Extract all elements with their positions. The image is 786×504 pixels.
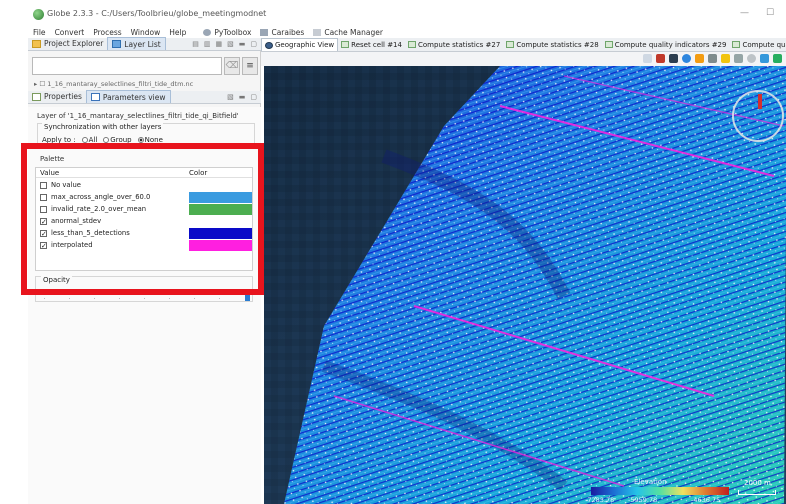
tab-compute-quality-29[interactable]: Compute quality indicators #29 [602,38,730,51]
tab-properties[interactable]: Properties [28,90,86,103]
menu-file[interactable]: File [33,28,46,37]
geographic-view-canvas[interactable] [264,66,786,504]
process-icon [604,41,613,48]
layers-icon [112,40,122,48]
filter-icon[interactable]: ▥ [204,40,211,48]
menu-window[interactable]: Window [131,28,161,37]
chart-icon[interactable] [773,54,782,63]
caraibes-label: Caraibes [271,27,305,37]
menu-caraibes[interactable]: Caraibes [260,28,304,37]
maximize-view-icon[interactable]: ▢ [250,40,257,48]
minimize-view-icon[interactable]: ▬ [239,93,246,101]
tab-label: Compute quality indicators #32 [742,40,786,49]
layers-icon[interactable] [669,54,678,63]
layer-menu-button[interactable]: ≡ [242,57,258,75]
view-menu-icon[interactable]: ▧ [227,93,234,101]
tab-reset-cell[interactable]: Reset cell #14 [338,38,405,51]
layer-list-tools: ▤ ▥ ▦ ▧ ▬ ▢ [192,37,261,50]
globe-app-window: Globe 2.3.3 - C:/Users/Toolbrieu/globe_m… [0,0,786,504]
home-icon[interactable] [734,54,743,63]
editor-tab-bar: Geographic View Reset cell #14 Compute s… [261,38,786,52]
tab-label: Compute statistics #28 [516,40,599,49]
globe-logo-icon [33,9,44,20]
maximize-view-icon[interactable]: ▢ [250,93,257,101]
north-arrow-icon [758,94,762,109]
layer-of-label: Layer of '1_16_mantaray_selectlines_filt… [37,112,239,120]
clear-icon: ⌫ [225,61,239,71]
settings-icon[interactable] [747,54,756,63]
minimize-view-icon[interactable]: ▬ [239,40,246,48]
palette-icon[interactable] [656,54,665,63]
tab-layer-list[interactable]: Layer List [107,37,166,50]
opacity-slider-track[interactable] [44,298,244,299]
link-icon[interactable]: ▦ [216,40,223,48]
menu-help[interactable]: Help [169,28,186,37]
bathymetry-render [264,66,786,504]
globe-icon[interactable] [682,54,691,63]
parameters-tools: ▧ ▬ ▢ [227,90,261,103]
clear-search-button[interactable]: ⌫ [224,57,240,75]
menu-pytoolbox[interactable]: PyToolbox [203,28,251,37]
palette-highlight-box [21,143,264,295]
caraibes-icon [260,28,269,36]
tab-label: Compute quality indicators #29 [614,40,727,49]
window-title: Globe 2.3.3 - C:/Users/Toolbrieu/globe_m… [47,9,267,18]
tab-label: Reset cell #14 [351,40,402,49]
tab-parameters-view-label: Parameters view [102,92,166,102]
globe-icon [265,41,273,49]
title-bar: Globe 2.3.3 - C:/Users/Toolbrieu/globe_m… [0,0,786,26]
menu-convert[interactable]: Convert [55,28,85,37]
tab-project-explorer[interactable]: Project Explorer [28,37,107,50]
view-toolbar [261,52,786,66]
tab-label: Geographic View [275,41,335,49]
view-menu-icon[interactable]: ▧ [227,40,234,48]
tab-project-explorer-label: Project Explorer [44,39,104,48]
tab-compute-statistics-28[interactable]: Compute statistics #28 [503,38,601,51]
tab-compute-quality-32[interactable]: Compute quality indicators #32 [729,38,786,51]
layer-search-row: ⌫ ≡ [32,57,258,75]
edit-icon[interactable] [721,54,730,63]
explorer-tab-bar: Project Explorer Layer List ▤ ▥ ▦ ▧ ▬ ▢ [28,37,261,51]
tab-compute-statistics-27[interactable]: Compute statistics #27 [405,38,503,51]
collapse-all-icon[interactable]: ▤ [192,40,199,48]
menu-cache-manager[interactable]: Cache Manager [313,28,383,37]
sync-title: Synchronization with other layers [42,123,164,131]
process-icon [341,41,350,48]
pytoolbox-label: PyToolbox [214,27,252,37]
parameters-icon [90,93,100,101]
menu-icon: ≡ [246,61,254,71]
tab-properties-label: Properties [44,92,82,101]
elevation-legend-title: Elevation [634,478,667,486]
elevation-mid-label: -5959.78 [628,496,658,504]
layer-search-input[interactable] [32,57,222,75]
tab-geographic-view[interactable]: Geographic View [261,38,339,51]
process-icon [407,41,416,48]
window-icon[interactable] [760,54,769,63]
pointer-icon[interactable] [643,54,652,63]
properties-tab-bar: Properties Parameters view ▧ ▬ ▢ [28,90,261,104]
process-icon [732,41,741,48]
elevation-min-label: -7283.78 [585,496,615,504]
cache-manager-icon [313,28,322,36]
properties-icon [32,92,41,101]
layer-list-item[interactable]: ▸ ☐ 1_16_mantaray_selectlines_filtri_tid… [34,80,193,88]
scale-bar [738,490,776,495]
tab-layer-list-label: Layer List [124,39,161,49]
maximize-button[interactable]: ☐ [766,8,774,18]
tab-label: Compute statistics #27 [417,40,501,49]
process-icon [506,41,515,48]
elevation-color-scale [591,487,729,495]
minimize-button[interactable]: — [740,8,749,18]
tab-parameters-view[interactable]: Parameters view [85,90,171,103]
color-icon[interactable] [695,54,704,63]
elevation-max-label: -4636.75 [691,496,721,504]
cache-manager-label: Cache Manager [324,27,383,37]
compass-widget[interactable] [732,90,784,142]
view-toolbar-icons [643,54,782,63]
measure-icon[interactable] [708,54,717,63]
pytoolbox-icon [203,28,212,36]
folder-icon [32,39,41,48]
scale-bar-label: 2000 m [744,479,771,487]
menu-process[interactable]: Process [93,28,121,37]
